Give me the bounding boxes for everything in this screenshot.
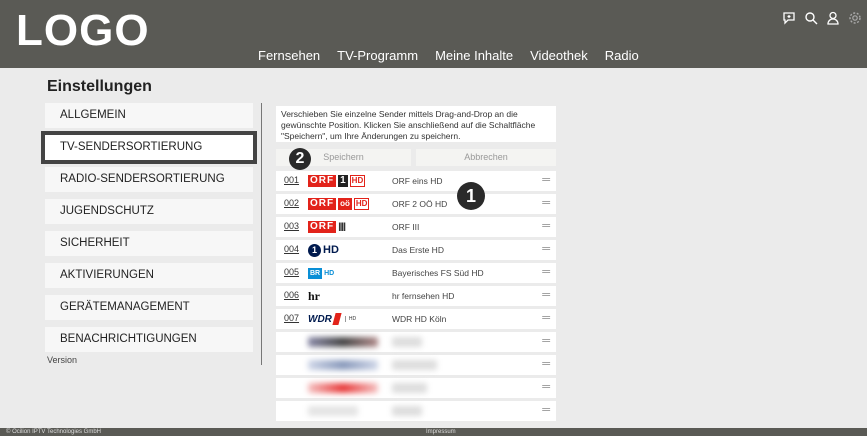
footer-impressum-link[interactable]: Impressum xyxy=(426,428,456,436)
channel-row-blurred[interactable]: ═ xyxy=(276,355,556,375)
gear-icon[interactable] xyxy=(847,10,863,26)
channel-logo-wdr: WDR HD xyxy=(308,313,357,325)
main-nav: Fernsehen TV-Programm Meine Inhalte Vide… xyxy=(258,48,656,63)
channel-list: 001 ORF 1 HD ORF eins HD ═ 002 ORF oö HD ORF… xyxy=(276,171,556,424)
channel-row[interactable]: 003 ORF III ORF III ═ xyxy=(276,217,556,237)
logo[interactable]: LOGO xyxy=(16,6,150,56)
channel-logo-orf1: ORF 1 HD xyxy=(308,175,366,187)
page-title: Einstellungen xyxy=(47,78,152,95)
channel-row[interactable]: 005 BR HD Bayerisches FS Süd HD ═ xyxy=(276,263,556,283)
drag-handle-icon[interactable]: ═ xyxy=(542,197,550,209)
channel-number: 007 xyxy=(284,313,300,323)
search-icon[interactable] xyxy=(803,10,819,26)
drag-handle-icon[interactable]: ═ xyxy=(542,243,550,255)
user-icon[interactable] xyxy=(825,10,841,26)
channel-row[interactable]: 004 1 HD Das Erste HD ═ xyxy=(276,240,556,260)
channel-row-blurred[interactable]: ═ xyxy=(276,332,556,352)
drag-handle-icon[interactable]: ═ xyxy=(542,335,550,347)
drag-handle-icon[interactable]: ═ xyxy=(542,404,550,416)
channel-name: ORF eins HD xyxy=(392,176,443,186)
menu-item-benachrichtigungen[interactable]: BENACHRICHTIGUNGEN xyxy=(45,327,253,352)
annotation-badge-2: 2 xyxy=(289,148,311,170)
nav-item-fernsehen[interactable]: Fernsehen xyxy=(258,48,320,63)
menu-item-tv-sendersortierung[interactable]: TV-SENDERSORTIERUNG xyxy=(41,131,257,164)
channel-row[interactable]: 002 ORF oö HD ORF 2 OÖ HD ═ xyxy=(276,194,556,214)
channel-number: 003 xyxy=(284,221,300,231)
divider xyxy=(261,103,262,365)
drag-handle-icon[interactable]: ═ xyxy=(542,312,550,324)
menu-item-geraetemanagement[interactable]: GERÄTEMANAGEMENT xyxy=(45,295,253,320)
channel-name: ORF III xyxy=(392,222,420,232)
menu-item-sicherheit[interactable]: SICHERHEIT xyxy=(45,231,253,256)
settings-page: Einstellungen ALLGEMEIN TV-SENDERSORTIER… xyxy=(0,68,867,428)
channel-row-blurred[interactable]: ═ xyxy=(276,378,556,398)
header-icons xyxy=(781,10,863,26)
menu-item-allgemein[interactable]: ALLGEMEIN xyxy=(45,103,253,128)
nav-item-videothek[interactable]: Videothek xyxy=(530,48,588,63)
channel-logo-orf2: ORF oö HD xyxy=(308,198,370,210)
menu-item-radio-sendersortierung[interactable]: RADIO-SENDERSORTIERUNG xyxy=(45,167,253,192)
menu-item-jugendschutz[interactable]: JUGENDSCHUTZ xyxy=(45,199,253,224)
channel-row[interactable]: 006 hr hr fernsehen HD ═ xyxy=(276,286,556,306)
channel-logo-daserste: 1 HD xyxy=(308,243,380,257)
cancel-button[interactable]: Abbrechen xyxy=(416,149,556,166)
drag-handle-icon[interactable]: ═ xyxy=(542,381,550,393)
footer: © Ocilion IPTV Technologies GmbH Impress… xyxy=(0,428,867,436)
nav-item-radio[interactable]: Radio xyxy=(605,48,639,63)
nav-item-meine-inhalte[interactable]: Meine Inhalte xyxy=(435,48,513,63)
channel-number: 001 xyxy=(284,175,300,185)
annotation-badge-1: 1 xyxy=(457,182,485,210)
channel-number: 006 xyxy=(284,290,300,300)
menu-item-aktivierungen[interactable]: AKTIVIERUNGEN xyxy=(45,263,253,288)
drag-handle-icon[interactable]: ═ xyxy=(542,358,550,370)
channel-name: Das Erste HD xyxy=(392,245,444,255)
app-header: LOGO Fernsehen TV-Programm Meine Inhalte… xyxy=(0,0,867,68)
channel-row-blurred[interactable]: ═ xyxy=(276,401,556,421)
drag-handle-icon[interactable]: ═ xyxy=(542,266,550,278)
channel-number: 002 xyxy=(284,198,300,208)
drag-handle-icon[interactable]: ═ xyxy=(542,289,550,301)
channel-number: 005 xyxy=(284,267,300,277)
channel-row[interactable]: 001 ORF 1 HD ORF eins HD ═ xyxy=(276,171,556,191)
channel-name: WDR HD Köln xyxy=(392,314,447,324)
version-label: Version xyxy=(47,355,78,365)
channel-number: 004 xyxy=(284,244,300,254)
footer-copyright: © Ocilion IPTV Technologies GmbH xyxy=(6,429,102,435)
instruction-text: Verschieben Sie einzelne Sender mittels … xyxy=(276,106,556,142)
channel-logo-orf3: ORF III xyxy=(308,220,346,234)
channel-logo-hr: hr xyxy=(308,288,320,303)
settings-menu: ALLGEMEIN TV-SENDERSORTIERUNG RADIO-SEND… xyxy=(41,103,257,359)
channel-name: hr fernsehen HD xyxy=(392,291,455,301)
channel-name: ORF 2 OÖ HD xyxy=(392,199,448,209)
drag-handle-icon[interactable]: ═ xyxy=(542,220,550,232)
nav-item-tv-programm[interactable]: TV-Programm xyxy=(337,48,418,63)
drag-handle-icon[interactable]: ═ xyxy=(542,174,550,186)
channel-name: Bayerisches FS Süd HD xyxy=(392,268,484,278)
channel-row[interactable]: 007 WDR HD WDR HD Köln ═ xyxy=(276,309,556,329)
chat-plus-icon[interactable] xyxy=(781,10,797,26)
channel-logo-br: BR HD xyxy=(308,267,335,279)
